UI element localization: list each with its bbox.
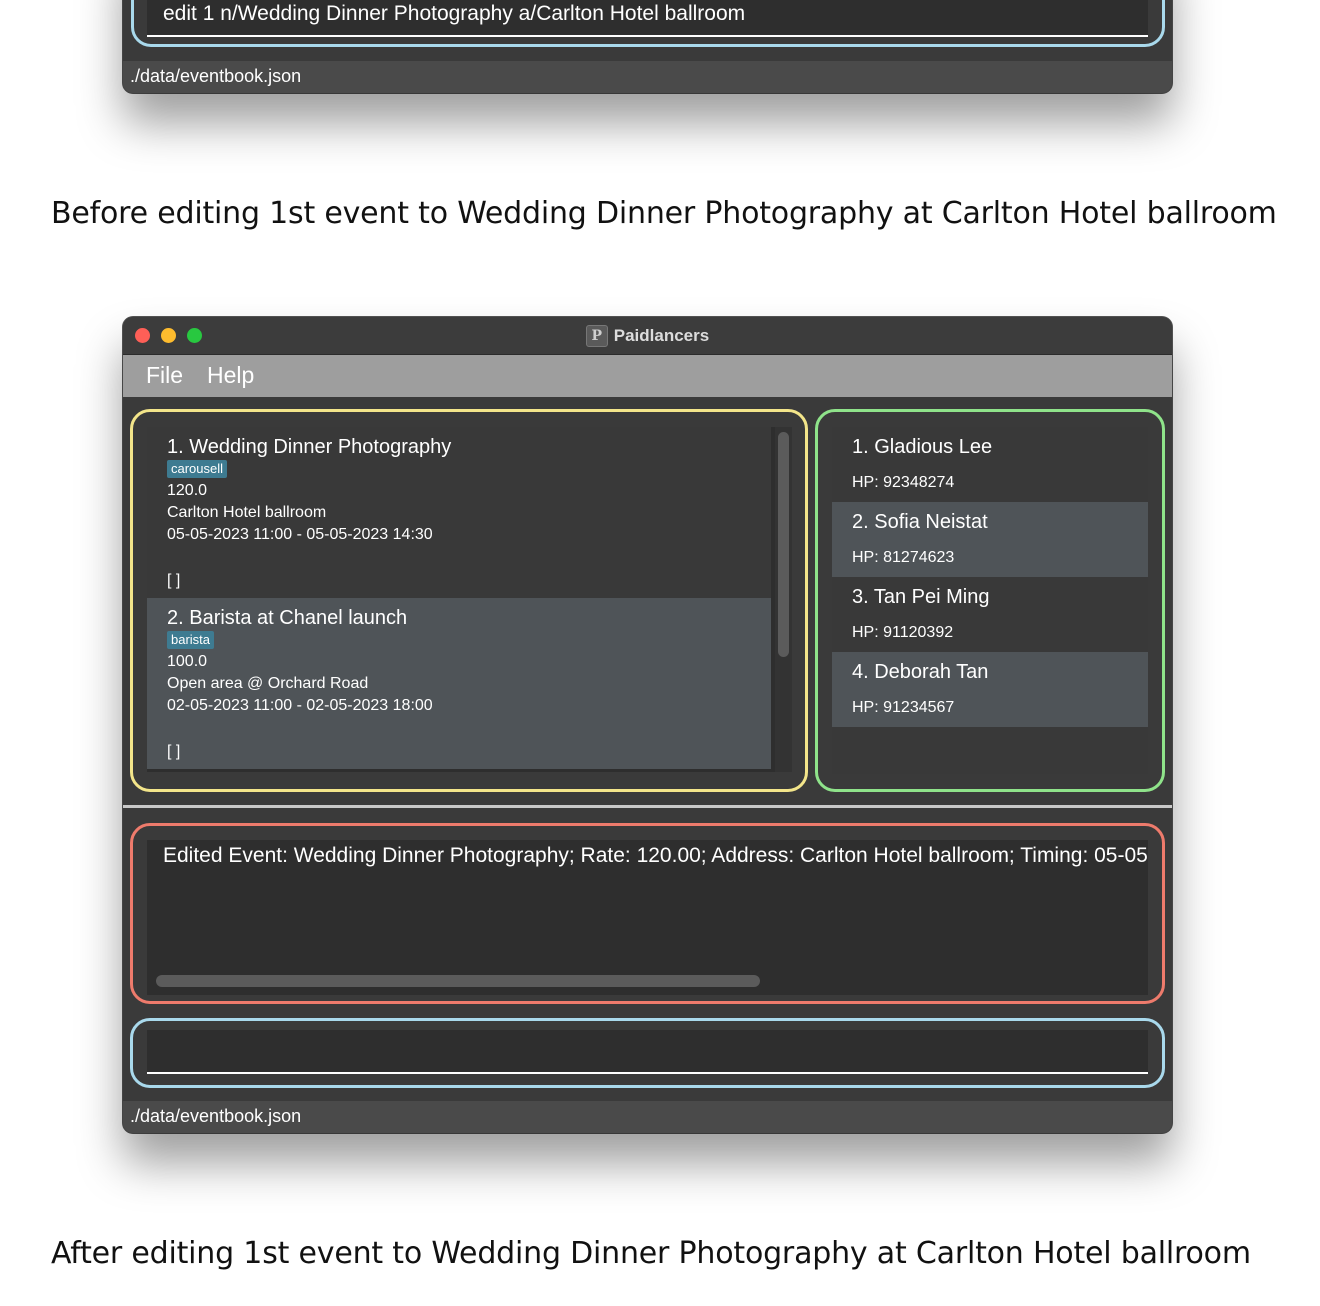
menu-help[interactable]: Help bbox=[207, 362, 254, 389]
status-bar: ./data/eventbook.json bbox=[123, 61, 1172, 93]
event-card[interactable]: 2. Barista at Chanel launch barista 100.… bbox=[147, 598, 771, 769]
event-list-scrollbar[interactable] bbox=[775, 427, 792, 772]
person-card[interactable]: 3. Tan Pei Ming HP: 91120392 bbox=[832, 577, 1148, 652]
event-timing: 02-05-2023 11:00 - 02-05-2023 18:00 bbox=[167, 697, 433, 714]
event-tag: barista bbox=[167, 631, 215, 649]
app-window-after: P Paidlancers File Help 1. Wedding Dinne… bbox=[123, 317, 1172, 1133]
person-name: 3. Tan Pei Ming bbox=[852, 586, 990, 608]
event-title: 1. Wedding Dinner Photography bbox=[167, 436, 452, 458]
split-pane-divider[interactable] bbox=[123, 805, 1172, 808]
scrollbar-thumb[interactable] bbox=[778, 432, 789, 657]
event-timing: 05-05-2023 11:00 - 05-05-2023 14:30 bbox=[167, 526, 433, 543]
person-phone: HP: 92348274 bbox=[852, 474, 955, 491]
person-phone: HP: 91120392 bbox=[852, 624, 954, 641]
person-name: 4. Deborah Tan bbox=[852, 661, 989, 683]
person-name: 1. Gladious Lee bbox=[852, 436, 993, 458]
result-horizontal-scrollbar[interactable] bbox=[156, 975, 760, 987]
result-display: Edited Event: Wedding Dinner Photography… bbox=[147, 840, 1148, 995]
person-phone: HP: 81274623 bbox=[852, 549, 955, 566]
event-contacts: [ ] bbox=[167, 743, 181, 760]
menu-file[interactable]: File bbox=[146, 362, 183, 389]
person-card[interactable]: 4. Deborah Tan HP: 91234567 bbox=[832, 652, 1148, 727]
status-bar: ./data/eventbook.json bbox=[123, 1101, 1172, 1133]
caption-after: After editing 1st event to Wedding Dinne… bbox=[51, 1236, 1251, 1271]
caption-before: Before editing 1st event to Wedding Dinn… bbox=[51, 196, 1277, 231]
app-window-before: ./data/eventbook.json bbox=[123, 0, 1172, 93]
person-name: 2. Sofia Neistat bbox=[852, 511, 988, 533]
event-rate: 120.0 bbox=[167, 482, 208, 499]
person-card[interactable]: 2. Sofia Neistat HP: 81274623 bbox=[832, 502, 1148, 577]
command-input[interactable] bbox=[147, 0, 1148, 37]
event-list[interactable]: 1. Wedding Dinner Photography carousell … bbox=[147, 427, 792, 772]
event-address: Carlton Hotel ballroom bbox=[167, 504, 327, 521]
event-address: Open area @ Orchard Road bbox=[167, 675, 369, 692]
storage-path: ./data/eventbook.json bbox=[130, 66, 302, 86]
storage-path: ./data/eventbook.json bbox=[130, 1106, 302, 1126]
menu-bar: File Help bbox=[123, 355, 1172, 397]
person-card[interactable]: 1. Gladious Lee HP: 92348274 bbox=[832, 427, 1148, 502]
event-contacts: [ ] bbox=[167, 572, 181, 589]
person-list[interactable]: 1. Gladious Lee HP: 92348274 2. Sofia Ne… bbox=[832, 427, 1148, 774]
window-title: Paidlancers bbox=[613, 325, 710, 345]
app-logo-icon: P bbox=[585, 324, 608, 347]
event-title: 2. Barista at Chanel launch bbox=[167, 607, 408, 629]
title-bar: P Paidlancers bbox=[123, 317, 1172, 355]
command-input[interactable] bbox=[147, 1030, 1148, 1074]
result-message: Edited Event: Wedding Dinner Photography… bbox=[163, 844, 1148, 867]
event-card[interactable]: 1. Wedding Dinner Photography carousell … bbox=[147, 427, 771, 598]
event-rate: 100.0 bbox=[167, 653, 208, 670]
event-tag: carousell bbox=[167, 460, 228, 478]
person-phone: HP: 91234567 bbox=[852, 699, 955, 716]
